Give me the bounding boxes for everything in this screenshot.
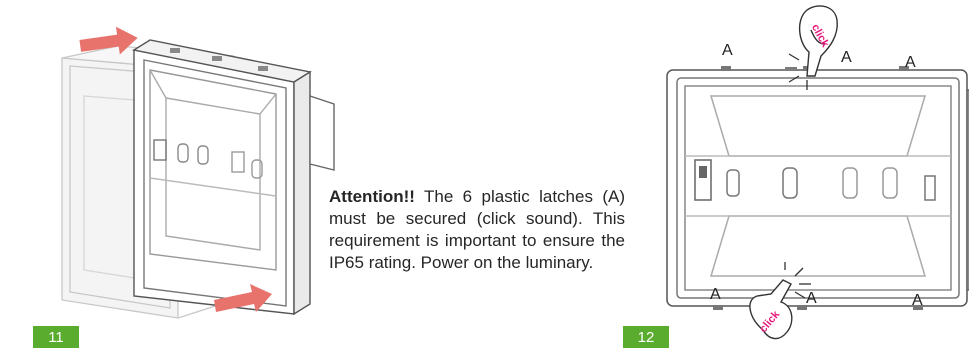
- latch-label: A: [806, 290, 817, 307]
- latch-label: A: [912, 292, 923, 309]
- attention-note: Attention!! The 6 plastic latches (A) mu…: [329, 186, 625, 274]
- step-number-badge: 12: [623, 326, 669, 348]
- latch-label: A: [905, 54, 916, 71]
- step-11-illustration: [61, 26, 335, 319]
- instruction-sheet: 11 Attention!! The 6 plastic latches (A)…: [0, 0, 969, 348]
- attention-label: Attention!!: [329, 187, 415, 206]
- latch-label: A: [722, 42, 733, 59]
- latch-label: A: [710, 286, 721, 303]
- latch-label: A: [841, 49, 852, 66]
- luminaire-body: [132, 39, 335, 316]
- step-number-badge: 11: [33, 326, 79, 348]
- luminaire-front: [666, 66, 969, 310]
